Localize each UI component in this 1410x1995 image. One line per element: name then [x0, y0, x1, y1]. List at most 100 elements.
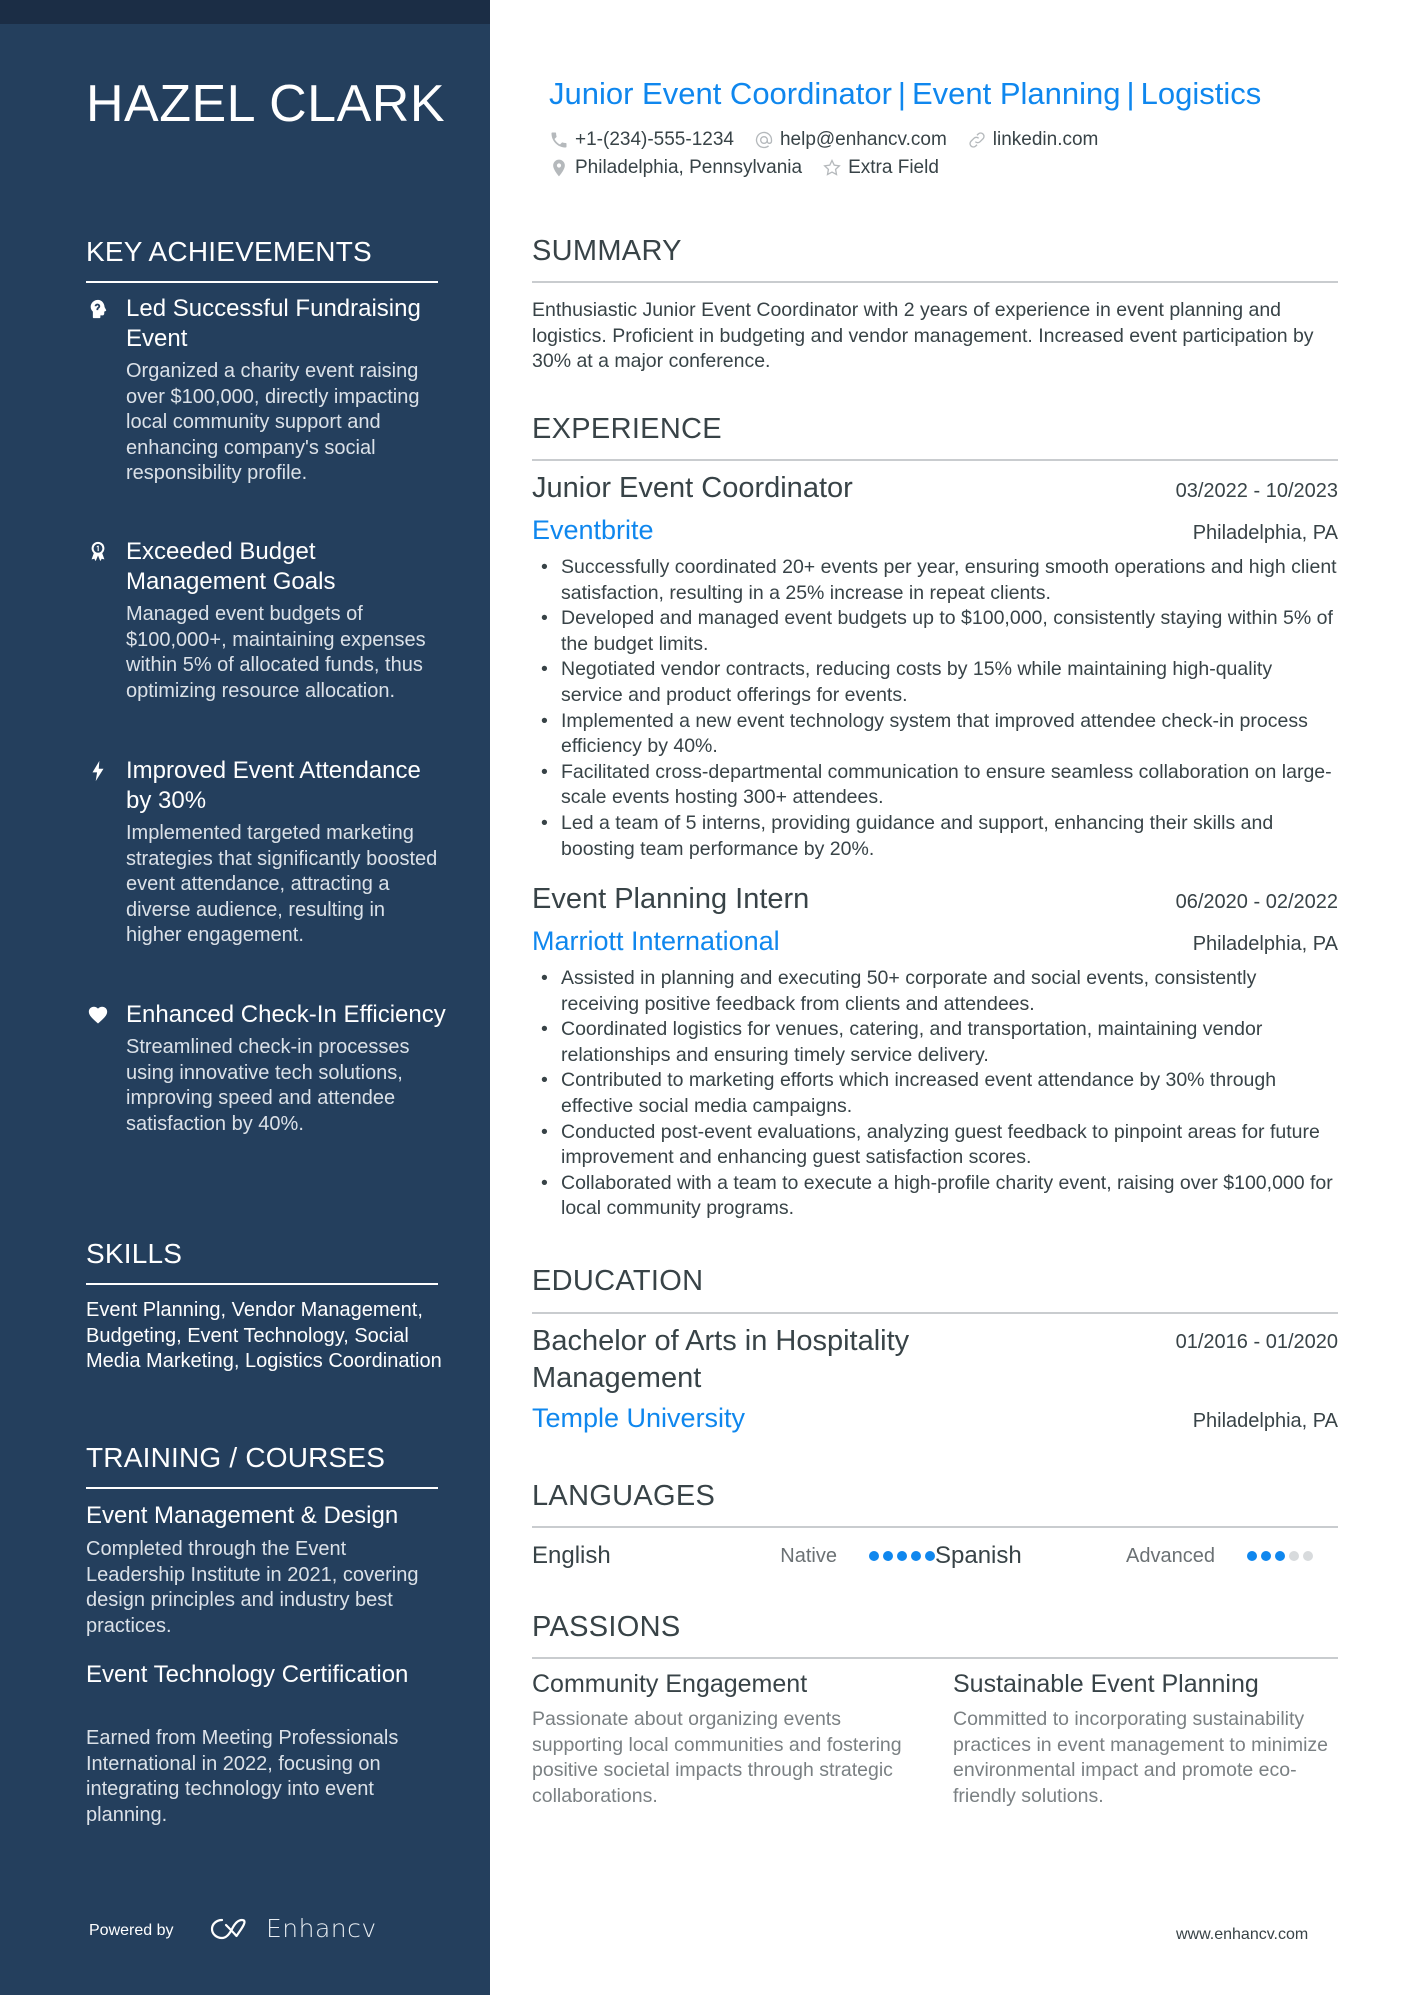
languages-heading: LANGUAGES	[532, 1480, 716, 1512]
achievement-desc: Organized a charity event raising over $…	[126, 360, 420, 485]
job-bullet: Collaborated with a team to execute a hi…	[532, 1171, 1338, 1222]
language-level: Native	[780, 1544, 837, 1567]
location-pin-icon	[553, 159, 565, 177]
summary-heading: SUMMARY	[532, 235, 682, 267]
course-title: Event Management & Design	[86, 1502, 399, 1529]
language-name: English	[532, 1542, 611, 1569]
course-desc: Completed through the Event Leadership I…	[86, 1538, 419, 1637]
website-text: linkedin.com	[992, 129, 1099, 150]
job-location: Philadelphia, PA	[1192, 522, 1338, 544]
training-heading: TRAINING / COURSES	[86, 1442, 386, 1473]
experience-heading: EXPERIENCE	[532, 413, 722, 445]
rating-dot-filled	[911, 1551, 921, 1561]
language-name: Spanish	[935, 1542, 1022, 1569]
job-company[interactable]: Eventbrite	[532, 515, 654, 546]
language-rating	[869, 1551, 935, 1561]
achievement-item: Led Successful Fundraising Event Organiz…	[86, 294, 446, 487]
headline: Junior Event Coordinator | Event Planning |…	[549, 76, 1261, 112]
summary-text: Enthusiastic Junior Event Coordinator wi…	[532, 299, 1314, 373]
contact-row-2: Philadelphia, Pennsylvania Extra Field	[549, 157, 959, 179]
powered-by-label: Powered by	[89, 1922, 174, 1939]
language-item: Spanish Advanced	[935, 1542, 1338, 1570]
job-location: Philadelphia, PA	[1192, 933, 1338, 955]
footer-url[interactable]: www.enhancv.com	[1176, 1926, 1308, 1944]
contact-email[interactable]: help@enhancv.com	[754, 129, 947, 151]
education-subheader: Temple University Philadelphia, PA	[532, 1403, 1338, 1434]
job-bullet: Facilitated cross-departmental communica…	[532, 760, 1338, 811]
passions-rule	[532, 1657, 1338, 1659]
rating-dot-filled	[1261, 1551, 1271, 1561]
job-bullets: Assisted in planning and executing 50+ c…	[532, 966, 1338, 1222]
heart-icon	[86, 1004, 110, 1028]
star-icon	[823, 158, 841, 176]
rating-dot-filled	[1247, 1551, 1257, 1561]
achievement-desc: Managed event budgets of $100,000+, main…	[126, 603, 426, 702]
job-bullet: Coordinated logistics for venues, cateri…	[532, 1017, 1338, 1068]
phone-text: +1-(234)-555-1234	[575, 129, 734, 150]
job-dates: 03/2022 - 10/2023	[1175, 480, 1338, 502]
passions-heading: PASSIONS	[532, 1611, 681, 1643]
enhancv-logo[interactable]: Enhancv	[208, 1914, 377, 1943]
skills-list: Event Planning, Vendor Management, Budge…	[86, 1299, 442, 1373]
skills-rule	[86, 1283, 438, 1285]
headline-part: Junior Event Coordinator	[549, 76, 892, 111]
contact-phone[interactable]: +1-(234)-555-1234	[549, 129, 734, 151]
education-heading: EDUCATION	[532, 1265, 704, 1297]
headline-separator: |	[1126, 76, 1135, 111]
contact-extra: Extra Field	[822, 157, 939, 179]
job-bullet: Assisted in planning and executing 50+ c…	[532, 966, 1338, 1017]
job-bullet: Contributed to marketing efforts which i…	[532, 1068, 1338, 1119]
job-dates: 06/2020 - 02/2022	[1175, 891, 1338, 913]
phone-icon	[551, 132, 567, 148]
achievement-title: Enhanced Check-In Efficiency	[126, 1001, 446, 1028]
job-bullets: Successfully coordinated 20+ events per …	[532, 555, 1338, 862]
contact-website[interactable]: linkedin.com	[967, 129, 1099, 151]
summary-rule	[532, 281, 1338, 283]
course-title: Event Technology Certification	[86, 1661, 409, 1688]
headline-part: Logistics	[1140, 76, 1262, 111]
education-location: Philadelphia, PA	[1192, 1410, 1338, 1432]
sidebar: HAZEL CLARK KEY ACHIEVEMENTS Led Success…	[0, 0, 490, 1995]
achievement-title: Led Successful Fundraising Event	[126, 295, 421, 352]
passion-title: Sustainable Event Planning	[953, 1670, 1259, 1698]
passion-desc: Passionate about organizing events suppo…	[532, 1708, 902, 1807]
brain-head-icon	[86, 298, 110, 322]
job-bullet: Successfully coordinated 20+ events per …	[532, 555, 1338, 606]
rating-dot-filled	[1275, 1551, 1285, 1561]
job-bullet: Developed and managed event budgets up t…	[532, 606, 1338, 657]
passion-item: Sustainable Event Planning Committed to …	[953, 1670, 1343, 1809]
language-level: Advanced	[1126, 1544, 1215, 1567]
candidate-name: HAZEL CLARK	[86, 75, 446, 133]
job-bullet: Implemented a new event technology syste…	[532, 709, 1338, 760]
languages-row: English Native Spanish Advanced	[532, 1541, 1338, 1571]
passion-item: Community Engagement Passionate about or…	[532, 1670, 922, 1809]
job-company[interactable]: Marriott International	[532, 926, 780, 957]
contact-location: Philadelphia, Pennsylvania	[549, 157, 802, 179]
education-school[interactable]: Temple University	[532, 1403, 745, 1434]
enhancv-logo-icon	[210, 1918, 246, 1939]
job-title: Event Planning Intern	[532, 883, 810, 915]
achievement-desc: Implemented targeted marketing strategie…	[126, 822, 438, 947]
education-dates: 01/2016 - 01/2020	[1175, 1331, 1338, 1353]
languages-rule	[532, 1526, 1338, 1528]
job-subheader: Eventbrite Philadelphia, PA	[532, 515, 1338, 546]
job-bullet: Negotiated vendor contracts, reducing co…	[532, 657, 1338, 708]
enhancv-brand: Enhancv	[266, 1914, 377, 1943]
contact-row-1: +1-(234)-555-1234 help@enhancv.com linke…	[549, 129, 1118, 151]
passion-desc: Committed to incorporating sustainabilit…	[953, 1708, 1329, 1807]
job-bullet: Led a team of 5 interns, providing guida…	[532, 811, 1338, 862]
key-achievements-heading: KEY ACHIEVEMENTS	[86, 236, 372, 267]
key-achievements-rule	[86, 281, 438, 283]
language-item: English Native	[532, 1542, 935, 1570]
job-header: Event Planning Intern 06/2020 - 02/2022	[532, 883, 1338, 916]
training-rule	[86, 1487, 438, 1489]
link-icon	[969, 132, 985, 148]
lightning-bolt-icon	[86, 760, 110, 784]
achievement-item: Exceeded Budget Management Goals Managed…	[86, 537, 446, 704]
rating-dot-filled	[925, 1551, 935, 1561]
rating-dot-filled	[897, 1551, 907, 1561]
rating-dot-empty	[1289, 1551, 1299, 1561]
sidebar-top-strip	[0, 0, 490, 24]
achievement-item: Enhanced Check-In Efficiency Streamlined…	[86, 1000, 446, 1137]
extra-field-text: Extra Field	[848, 157, 939, 178]
